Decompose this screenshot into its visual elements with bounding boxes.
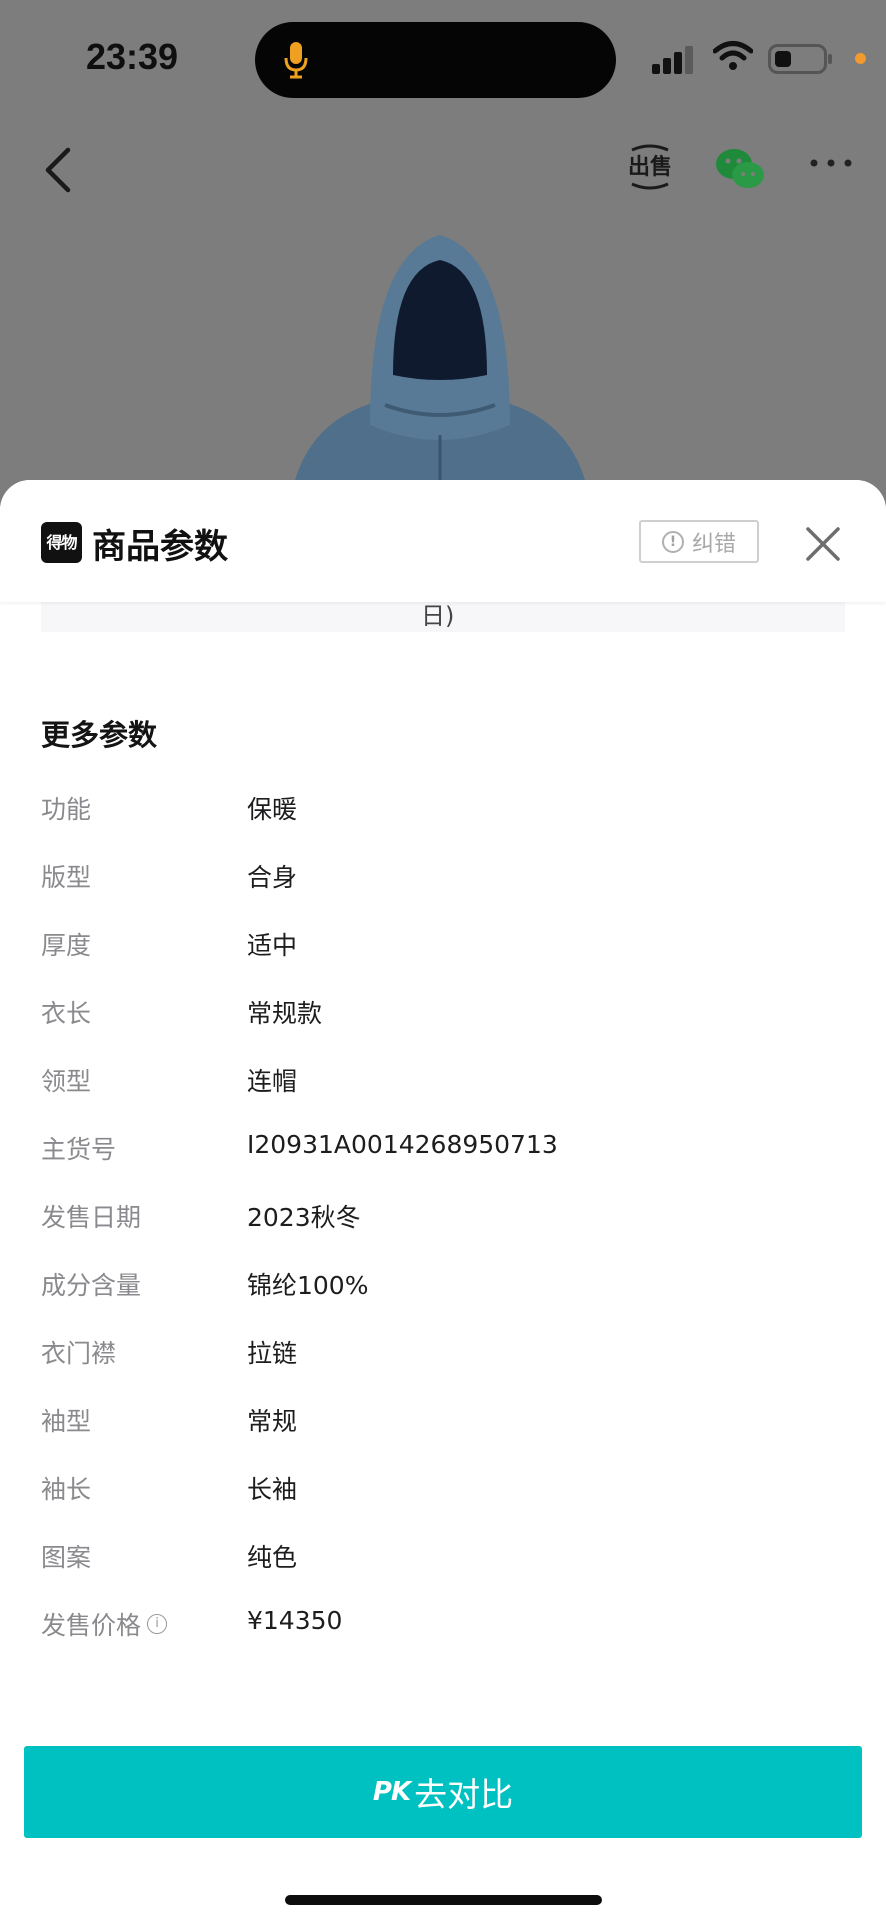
microphone-icon	[284, 42, 308, 79]
wifi-icon	[713, 41, 753, 70]
product-image-jacket	[295, 235, 585, 480]
param-key-label: 袖长	[41, 1475, 92, 1504]
exclamation-icon: !	[661, 530, 684, 553]
back-arrow-icon[interactable]	[40, 142, 80, 198]
cellular-signal-icon	[652, 46, 693, 74]
product-params-sheet: 得物 商品参数 ! 纠错 日) 更多参数 功能 保暖 版型 合身 厚度 适中 衣长 常规款 领型…	[0, 480, 886, 1920]
param-key-label: 厚度	[41, 931, 92, 960]
param-key-label: 衣长	[41, 999, 92, 1028]
param-row: 发售价格 i ¥14350	[41, 1606, 845, 1646]
param-key-label: 袖型	[41, 1407, 92, 1436]
param-key: 领型	[41, 1062, 91, 1098]
param-key-label: 衣门襟	[41, 1339, 117, 1368]
param-value: ¥14350	[247, 1606, 343, 1635]
param-key-label: 主货号	[41, 1135, 117, 1164]
more-options-icon[interactable]	[806, 136, 856, 186]
product-nav-bar: 出售	[0, 130, 886, 210]
sheet-title: 商品参数	[92, 527, 228, 567]
param-key: 衣门襟	[41, 1334, 116, 1370]
param-value: 合身	[247, 863, 298, 892]
param-row: 功能 保暖	[41, 790, 845, 830]
param-value: 2023秋冬	[247, 1203, 361, 1232]
sheet-header: 得物 商品参数 ! 纠错	[0, 480, 886, 602]
param-key-label: 图案	[41, 1543, 92, 1572]
param-key: 图案	[41, 1538, 91, 1574]
param-row: 图案 纯色	[41, 1538, 845, 1578]
pk-compare-button[interactable]: PK 去对比	[24, 1746, 862, 1838]
param-key-label: 领型	[41, 1067, 92, 1096]
param-value: 纯色	[247, 1543, 298, 1572]
param-key: 袖型	[41, 1402, 91, 1438]
param-key-label: 发售价格	[41, 1611, 142, 1640]
param-row: 发售日期 2023秋冬	[41, 1198, 845, 1238]
close-icon[interactable]	[805, 526, 841, 562]
pk-badge: PK	[372, 1777, 411, 1807]
param-key-label: 成分含量	[41, 1271, 142, 1300]
param-key-label: 功能	[41, 795, 92, 824]
sell-icon[interactable]: 出售	[628, 144, 672, 194]
param-value: 拉链	[247, 1339, 298, 1368]
wechat-share-icon[interactable]	[714, 144, 766, 194]
param-row: 衣门襟 拉链	[41, 1334, 845, 1374]
param-row: 成分含量 锦纶100%	[41, 1266, 845, 1306]
param-key: 主货号	[41, 1130, 116, 1166]
param-value: 常规款	[247, 999, 323, 1028]
dewu-logo: 得物	[41, 522, 82, 563]
param-row: 厚度 适中	[41, 926, 845, 966]
param-value: 适中	[247, 931, 298, 960]
param-row: 袖长 长袖	[41, 1470, 845, 1510]
param-key: 发售价格 i	[41, 1606, 168, 1642]
svg-text:出售: 出售	[628, 154, 672, 180]
param-value: 常规	[247, 1407, 298, 1436]
param-row: 主货号 I20931A0014268950713	[41, 1130, 845, 1170]
param-value: 锦纶100%	[247, 1271, 369, 1300]
param-row: 袖型 常规	[41, 1402, 845, 1442]
param-row: 领型 连帽	[41, 1062, 845, 1102]
pk-compare-label: 去对比	[414, 1775, 514, 1814]
param-key: 版型	[41, 858, 91, 894]
param-key: 厚度	[41, 926, 91, 962]
param-row: 版型 合身	[41, 858, 845, 898]
status-time: 23:39	[86, 36, 179, 77]
param-row: 衣长 常规款	[41, 994, 845, 1034]
param-key: 发售日期	[41, 1198, 141, 1234]
param-key-label: 版型	[41, 863, 92, 892]
param-key: 袖长	[41, 1470, 91, 1506]
status-bar: 23:39	[0, 0, 886, 120]
more-params-title: 更多参数	[41, 718, 158, 752]
price-info-icon[interactable]: i	[147, 1614, 168, 1634]
privacy-indicator-dot	[855, 53, 866, 64]
param-key: 衣长	[41, 994, 91, 1030]
battery-icon	[768, 44, 832, 74]
param-key-label: 发售日期	[41, 1203, 142, 1232]
home-indicator	[285, 1895, 602, 1905]
param-key: 成分含量	[41, 1266, 141, 1302]
correct-error-label: 纠错	[691, 531, 736, 557]
param-value: 保暖	[247, 795, 298, 824]
param-value: I20931A0014268950713	[247, 1130, 558, 1159]
correct-error-button[interactable]: ! 纠错	[639, 520, 759, 563]
param-value: 长袖	[247, 1475, 298, 1504]
dynamic-island	[255, 22, 616, 98]
param-key: 功能	[41, 790, 91, 826]
param-value: 连帽	[247, 1067, 298, 1096]
